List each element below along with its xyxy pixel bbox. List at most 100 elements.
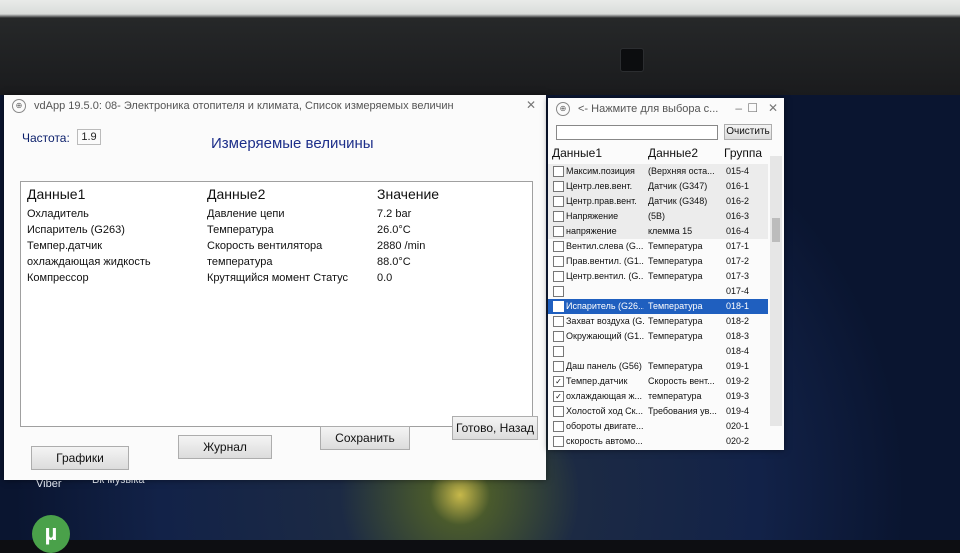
list-item[interactable]: 018-4 <box>548 344 768 359</box>
list-cell-d2: Температура <box>648 361 703 371</box>
list-item[interactable]: ✓КомпрессорКрутящийся мо...020-3 <box>548 449 768 450</box>
column-value: Значение 7.2 bar 26.0°C 2880 /min 88.0°C 0.0 <box>377 186 439 286</box>
list-item[interactable]: Центр.прав.вент. Датчик (G348) 016-2 <box>548 194 768 209</box>
list-cell-d1: напряжение <box>566 226 617 236</box>
row-checkbox[interactable] <box>553 181 564 192</box>
done-back-button[interactable]: Готово, Назад <box>452 416 538 440</box>
list-cell-g: 016-4 <box>726 226 750 236</box>
list-cell-g: 020-1 <box>726 421 750 431</box>
row-checkbox[interactable] <box>553 286 564 297</box>
row-checkbox[interactable] <box>553 256 564 267</box>
row-checkbox[interactable] <box>553 406 564 417</box>
list-item[interactable]: обороты двигате... 020-1 <box>548 419 768 434</box>
value-cell: 26.0°C <box>377 224 411 236</box>
window-title: vdApp 19.5.0: 08- Электроника отопителя … <box>34 100 454 112</box>
list-cell-d1: Испаритель (G26... <box>566 301 644 311</box>
list-item[interactable]: Максим.позиция (Верхняя оста... 015-4 <box>548 164 768 179</box>
save-button[interactable]: Сохранить <box>320 426 410 450</box>
row-checkbox[interactable] <box>553 331 564 342</box>
row-checkbox[interactable] <box>553 271 564 282</box>
header-value: Значение <box>377 186 440 202</box>
list-cell-g: 018-4 <box>726 346 750 356</box>
list-cell-g: 018-1 <box>726 301 750 311</box>
row-checkbox[interactable] <box>553 361 564 372</box>
list-cell-d1: скорость автомо... <box>566 436 643 446</box>
list-scrollbar[interactable] <box>770 156 782 426</box>
list-cell-d2: клемма 15 <box>648 226 693 236</box>
list-item[interactable]: Холостой ход Ск... Требования ув... 019-4 <box>548 404 768 419</box>
list-cell-d1: Центр.вентил. (G... <box>566 271 644 281</box>
laptop-bezel <box>0 0 960 95</box>
utorrent-icon[interactable]: µ <box>32 515 70 553</box>
list-item[interactable]: Захват воздуха (G... Температура 018-2 <box>548 314 768 329</box>
row-checkbox[interactable] <box>553 241 564 252</box>
frequency-value: 1.9 <box>77 129 101 145</box>
row-checkbox[interactable] <box>553 436 564 447</box>
list-cell-d2: Температура <box>648 271 703 281</box>
row-checkbox[interactable] <box>553 226 564 237</box>
list-item[interactable]: Даш панель (G56) Температура 019-1 <box>548 359 768 374</box>
page-title: Измеряемые величины <box>211 135 374 152</box>
list-cell-d1: Вентил.слева (G... <box>566 241 644 251</box>
list-cell-g: 015-4 <box>726 166 750 176</box>
list-cell-g: 017-1 <box>726 241 750 251</box>
scrollbar-thumb[interactable] <box>772 218 780 242</box>
minimize-icon[interactable]: – <box>735 101 742 115</box>
list-cell-g: 019-4 <box>726 406 750 416</box>
list-cell-d2: (5В) <box>648 211 666 221</box>
list-cell-d2: температура <box>648 391 702 401</box>
row-checkbox[interactable]: ✓ <box>553 391 564 402</box>
filter-input[interactable] <box>556 125 718 140</box>
data2-cell: Крутящийся момент Статус <box>207 272 349 284</box>
list-cell-d1: Максим.позиция <box>566 166 635 176</box>
row-checkbox[interactable] <box>553 166 564 177</box>
row-checkbox[interactable]: ✓ <box>553 301 564 312</box>
data2-cell: Давление цепи <box>207 208 285 220</box>
close-icon[interactable]: ✕ <box>526 98 536 112</box>
list-cell-g: 017-2 <box>726 256 750 266</box>
list-cell-d1: Холостой ход Ск... <box>566 406 644 416</box>
list-item[interactable]: напряжение клемма 15 016-4 <box>548 224 768 239</box>
clear-button[interactable]: Очистить <box>724 124 772 140</box>
list-item[interactable]: Окружающий (G1... Температура 018-3 <box>548 329 768 344</box>
column-data1: Данные1 Охладитель Испаритель (G263) Темпе… <box>27 186 151 286</box>
list-cell-d1: Напряжение <box>566 211 619 221</box>
frequency-label: Частота: <box>22 131 70 145</box>
list-item[interactable]: ✓ Испаритель (G26... Температура 018-1 <box>548 299 768 314</box>
row-checkbox[interactable]: ✓ <box>553 376 564 387</box>
list-item[interactable]: 017-4 <box>548 284 768 299</box>
data1-cell: Компрессор <box>27 272 89 284</box>
list-item[interactable]: скорость автомо... 020-2 <box>548 434 768 449</box>
maximize-icon[interactable]: ☐ <box>747 101 758 115</box>
list-item[interactable]: Центр.вентил. (G... Температура 017-3 <box>548 269 768 284</box>
header-data2: Данные2 <box>207 186 266 202</box>
list-cell-d1: охлаждающая ж... <box>566 391 642 401</box>
data1-cell: охлаждающая жидкость <box>27 256 151 268</box>
list-item[interactable]: Напряжение (5В) 016-3 <box>548 209 768 224</box>
list-item[interactable]: ✓ Темпер.датчик Скорость вент... 019-2 <box>548 374 768 389</box>
measured-values-window: ⊕ vdApp 19.5.0: 08- Электроника отопител… <box>4 95 546 480</box>
list-cell-d1: Центр.прав.вент. <box>566 196 637 206</box>
graphs-button[interactable]: Графики <box>31 446 129 470</box>
list-cell-g: 017-4 <box>726 286 750 296</box>
list-item[interactable]: Вентил.слева (G... Температура 017-1 <box>548 239 768 254</box>
row-checkbox[interactable] <box>553 346 564 357</box>
row-checkbox[interactable] <box>553 421 564 432</box>
close-icon[interactable]: ✕ <box>768 101 778 115</box>
row-checkbox[interactable] <box>553 211 564 222</box>
list-item[interactable]: ✓ охлаждающая ж... температура 019-3 <box>548 389 768 404</box>
list-cell-g: 017-3 <box>726 271 750 281</box>
app-icon: ⊕ <box>556 102 570 116</box>
row-checkbox[interactable] <box>553 196 564 207</box>
list-cell-g: 016-1 <box>726 181 750 191</box>
list-cell-g: 019-2 <box>726 376 750 386</box>
list-cell-g: 018-3 <box>726 331 750 341</box>
column-data2: Данные2 Давление цепи Температура Скорость… <box>207 186 348 286</box>
row-checkbox[interactable] <box>553 316 564 327</box>
list-item[interactable]: Прав.вентил. (G1... Температура 017-2 <box>548 254 768 269</box>
values-grid: Данные1 Охладитель Испаритель (G263) Темпе… <box>20 181 533 427</box>
list-cell-d2: Температура <box>648 331 703 341</box>
journal-button[interactable]: Журнал <box>178 435 272 459</box>
list-item[interactable]: Центр.лев.вент. Датчик (G347) 016-1 <box>548 179 768 194</box>
data2-cell: Температура <box>207 224 274 236</box>
